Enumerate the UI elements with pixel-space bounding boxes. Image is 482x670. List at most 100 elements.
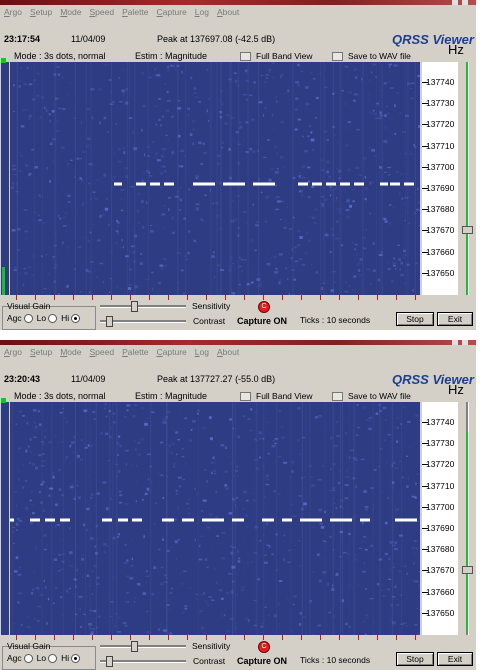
- slider-knob[interactable]: [131, 641, 138, 652]
- noise-speck: [265, 607, 267, 608]
- noise-streak: [111, 62, 112, 295]
- noise-speck: [145, 581, 147, 583]
- save-wav-label[interactable]: Save to WAV file: [348, 391, 411, 401]
- agc-radio[interactable]: [24, 654, 33, 663]
- noise-speck: [86, 440, 90, 442]
- menu-mode[interactable]: Mode: [60, 7, 81, 17]
- noise-speck: [206, 480, 208, 483]
- noise-speck: [262, 136, 263, 138]
- noise-speck: [35, 426, 37, 429]
- noise-speck: [147, 631, 149, 634]
- noise-speck: [23, 268, 25, 269]
- noise-speck: [247, 476, 250, 477]
- menu-palette[interactable]: Palette: [122, 347, 148, 357]
- sensitivity-slider[interactable]: [100, 301, 186, 311]
- noise-speck: [137, 210, 138, 212]
- noise-speck: [328, 496, 330, 498]
- noise-speck: [276, 196, 279, 197]
- full-band-checkbox[interactable]: [240, 392, 251, 401]
- full-band-label[interactable]: Full Band View: [256, 51, 313, 61]
- full-band-label[interactable]: Full Band View: [256, 391, 313, 401]
- noise-speck: [168, 208, 169, 211]
- frequency-slider[interactable]: [462, 402, 472, 635]
- noise-speck: [161, 187, 162, 189]
- menu-capture[interactable]: Capture: [157, 347, 187, 357]
- noise-speck: [241, 270, 242, 272]
- noise-speck: [275, 268, 278, 269]
- noise-speck: [188, 513, 190, 514]
- noise-speck: [96, 276, 98, 278]
- full-band-checkbox[interactable]: [240, 52, 251, 61]
- menu-setup[interactable]: Setup: [30, 7, 52, 17]
- noise-speck: [66, 230, 67, 232]
- sensitivity-slider[interactable]: [100, 641, 186, 651]
- noise-speck: [80, 626, 82, 628]
- noise-speck: [304, 476, 305, 477]
- menu-argo[interactable]: Argo: [4, 347, 22, 357]
- slider-knob[interactable]: [131, 301, 138, 312]
- noise-speck: [127, 559, 129, 561]
- noise-speck: [33, 437, 36, 438]
- slider-knob[interactable]: [106, 316, 113, 327]
- menu-speed[interactable]: Speed: [89, 7, 114, 17]
- noise-speck: [10, 573, 11, 575]
- noise-speck: [396, 140, 399, 142]
- save-wav-label[interactable]: Save to WAV file: [348, 51, 411, 61]
- noise-speck: [37, 222, 41, 224]
- contrast-slider[interactable]: [100, 316, 186, 326]
- slider-thumb[interactable]: [462, 226, 473, 234]
- noise-speck: [110, 616, 113, 617]
- noise-speck: [91, 494, 95, 496]
- noise-speck: [114, 625, 115, 628]
- slider-thumb[interactable]: [462, 566, 473, 574]
- hi-radio[interactable]: [71, 654, 80, 663]
- menu-argo[interactable]: Argo: [4, 7, 22, 17]
- noise-speck: [365, 588, 367, 590]
- noise-speck: [243, 94, 247, 95]
- menu-about[interactable]: About: [217, 347, 239, 357]
- menu-about[interactable]: About: [217, 7, 239, 17]
- save-wav-checkbox[interactable]: [332, 392, 343, 401]
- exit-button[interactable]: Exit: [437, 652, 473, 666]
- stop-button[interactable]: Stop: [396, 652, 434, 666]
- menu-capture[interactable]: Capture: [157, 7, 187, 17]
- spectrogram[interactable]: [10, 402, 420, 635]
- noise-speck: [132, 409, 134, 410]
- lo-radio[interactable]: [48, 654, 57, 663]
- frequency-slider[interactable]: [462, 62, 472, 295]
- menu-speed[interactable]: Speed: [89, 347, 114, 357]
- menu-setup[interactable]: Setup: [30, 347, 52, 357]
- slider-knob[interactable]: [106, 656, 113, 667]
- agc-radio[interactable]: [24, 314, 33, 323]
- save-wav-checkbox[interactable]: [332, 52, 343, 61]
- noise-speck: [271, 288, 274, 291]
- menu-palette[interactable]: Palette: [122, 7, 148, 17]
- signal-dash: [404, 183, 414, 186]
- noise-speck: [204, 592, 206, 594]
- noise-speck: [95, 198, 98, 199]
- noise-speck: [365, 506, 369, 508]
- noise-speck: [251, 119, 252, 121]
- noise-speck: [146, 201, 147, 204]
- noise-speck: [397, 604, 400, 606]
- noise-speck: [283, 166, 284, 168]
- lo-radio[interactable]: [48, 314, 57, 323]
- noise-speck: [119, 502, 122, 504]
- noise-speck: [347, 200, 350, 203]
- noise-speck: [193, 120, 195, 122]
- noise-speck: [299, 612, 302, 614]
- hi-radio[interactable]: [71, 314, 80, 323]
- menu-log[interactable]: Log: [195, 7, 209, 17]
- noise-speck: [122, 68, 124, 70]
- noise-speck: [174, 463, 176, 465]
- menu-bar: Argo Setup Mode Speed Palette Capture Lo…: [0, 345, 476, 359]
- stop-button[interactable]: Stop: [396, 312, 434, 326]
- exit-button[interactable]: Exit: [437, 312, 473, 326]
- noise-speck: [81, 435, 84, 438]
- menu-mode[interactable]: Mode: [60, 347, 81, 357]
- noise-speck: [181, 456, 184, 457]
- noise-speck: [32, 512, 35, 514]
- menu-log[interactable]: Log: [195, 347, 209, 357]
- noise-speck: [67, 195, 71, 197]
- spectrogram[interactable]: [10, 62, 420, 295]
